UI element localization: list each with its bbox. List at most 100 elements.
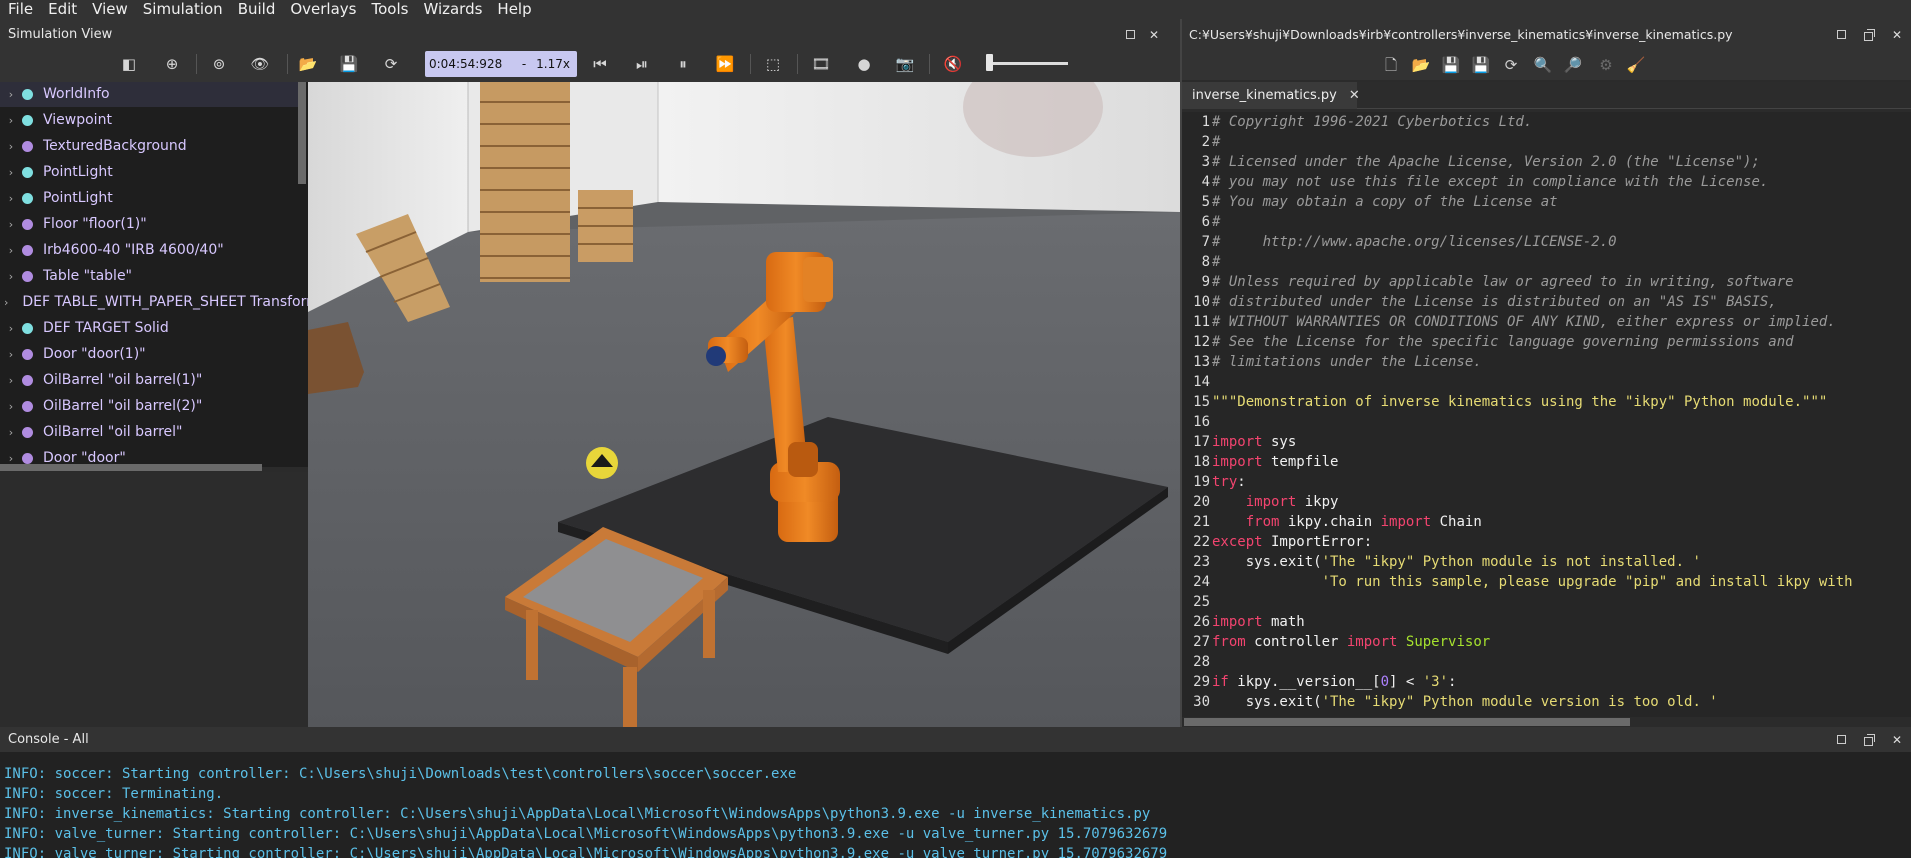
reset-viewpoint-icon[interactable]: ⊚: [208, 53, 230, 75]
line-number: 5: [1201, 194, 1210, 210]
revert-file-icon[interactable]: ⟳: [1500, 54, 1522, 76]
menu-wizards[interactable]: Wizards: [415, 0, 489, 19]
toolbar-separator: [750, 54, 751, 74]
menu-simulation[interactable]: Simulation: [135, 0, 230, 19]
scene-tree-item[interactable]: › WorldInfo: [0, 82, 300, 107]
3d-viewport[interactable]: [308, 82, 1180, 727]
step-icon[interactable]: ⏯: [631, 53, 653, 75]
line-number: 28: [1193, 654, 1210, 670]
toolbar-separator: [929, 54, 930, 74]
scene-tree-item[interactable]: › PointLight: [0, 159, 300, 185]
record-dot-icon[interactable]: ●: [853, 53, 875, 75]
node-type-dot-icon: [22, 270, 33, 282]
scene-tree-item[interactable]: › Table "table": [0, 263, 300, 289]
console-line: INFO: soccer: Terminating.: [4, 786, 224, 802]
new-file-icon[interactable]: 🗋: [1380, 54, 1402, 76]
reset-simulation-icon[interactable]: ⏮: [589, 53, 611, 75]
expand-chevron-icon[interactable]: ›: [0, 140, 18, 153]
scene-tree-item[interactable]: › OilBarrel "oil barrel(2)": [0, 393, 300, 419]
clean-brush-icon[interactable]: 🧹: [1625, 54, 1647, 76]
fast-forward-icon[interactable]: ⏩: [714, 53, 736, 75]
close-icon[interactable]: ✕: [1891, 734, 1903, 746]
simulation-time-display: 0:04:54:928 - 1.17x: [425, 51, 577, 77]
restore-icon[interactable]: [1835, 734, 1847, 746]
scene-tree-item[interactable]: › Irb4600-40 "IRB 4600/40": [0, 237, 300, 263]
expand-chevron-icon[interactable]: ›: [0, 270, 18, 283]
expand-chevron-icon[interactable]: ›: [0, 400, 18, 413]
restore-icon[interactable]: [1835, 29, 1847, 41]
code-token: # you may not use this file except in co…: [1212, 174, 1769, 190]
expand-chevron-icon[interactable]: ›: [0, 296, 8, 309]
expand-chevron-icon[interactable]: ›: [0, 348, 18, 361]
expand-chevron-icon[interactable]: ›: [0, 374, 18, 387]
expand-chevron-icon[interactable]: ›: [0, 244, 18, 257]
expand-chevron-icon[interactable]: ›: [0, 218, 18, 231]
scene-tree-vertical-scrollbar[interactable]: [298, 82, 306, 184]
code-token: sys.exit(: [1212, 554, 1322, 570]
scene-tree-item-label: DEF TARGET Solid: [43, 320, 169, 336]
add-node-icon[interactable]: ⊕: [161, 53, 183, 75]
toggle-scene-tree-icon[interactable]: ◧: [118, 53, 140, 75]
open-world-icon[interactable]: 📂: [297, 53, 319, 75]
save-file-icon[interactable]: 💾: [1440, 54, 1462, 76]
rendering-toggle-icon[interactable]: ⬚: [762, 53, 784, 75]
pause-icon[interactable]: ⏸: [672, 53, 694, 75]
scene-tree-item[interactable]: › DEF TABLE_WITH_PAPER_SHEET Transform: [0, 289, 308, 315]
expand-chevron-icon[interactable]: ›: [0, 166, 18, 179]
scene-tree-item[interactable]: › OilBarrel "oil barrel": [0, 419, 300, 445]
expand-chevron-icon[interactable]: ›: [0, 192, 18, 205]
replace-icon[interactable]: 🔎: [1562, 54, 1584, 76]
build-gear-icon[interactable]: ⚙: [1595, 54, 1617, 76]
close-tab-icon[interactable]: ✕: [1349, 88, 1360, 103]
code-line: 5 # You may obtain a copy of the License …: [1182, 192, 1911, 212]
open-file-icon[interactable]: 📂: [1410, 54, 1432, 76]
undock-icon[interactable]: [1863, 733, 1875, 746]
expand-chevron-icon[interactable]: ›: [0, 114, 18, 127]
code-token: except: [1212, 534, 1263, 550]
screenshot-camera-icon[interactable]: 📷: [894, 53, 916, 75]
scene-tree-item[interactable]: › Viewpoint: [0, 107, 300, 133]
undock-icon[interactable]: [1863, 29, 1875, 41]
node-type-dot-icon: [22, 374, 33, 386]
menu-edit[interactable]: Edit: [40, 0, 84, 19]
volume-slider-handle[interactable]: [986, 54, 993, 71]
find-icon[interactable]: 🔍: [1532, 54, 1554, 76]
volume-slider-track[interactable]: [990, 62, 1068, 65]
eye-icon[interactable]: 👁: [249, 53, 271, 75]
menu-tools[interactable]: Tools: [363, 0, 415, 19]
restore-icon[interactable]: [1124, 29, 1136, 41]
expand-chevron-icon[interactable]: ›: [0, 426, 18, 439]
code-line: 11 # WITHOUT WARRANTIES OR CONDITIONS OF …: [1182, 312, 1911, 332]
console-output[interactable]: INFO: soccer: Starting controller: C:\Us…: [0, 752, 1911, 858]
menu-help[interactable]: Help: [489, 0, 538, 19]
expand-chevron-icon[interactable]: ›: [0, 452, 18, 465]
scene-tree-item[interactable]: › Door "door(1)": [0, 341, 300, 367]
expand-chevron-icon[interactable]: ›: [0, 322, 18, 335]
reload-world-icon[interactable]: ⟳: [380, 53, 402, 75]
code-token: import: [1245, 494, 1297, 510]
scene-tree-item[interactable]: › Floor "floor(1)": [0, 211, 300, 237]
menu-overlays[interactable]: Overlays: [282, 0, 363, 19]
line-number: 13: [1193, 354, 1210, 370]
save-world-icon[interactable]: 💾: [338, 53, 360, 75]
line-number: 6: [1201, 214, 1210, 230]
menu-build[interactable]: Build: [230, 0, 283, 19]
expand-chevron-icon[interactable]: ›: [0, 88, 18, 101]
menu-view[interactable]: View: [84, 0, 135, 19]
editor-tab[interactable]: inverse_kinematics.py ✕: [1182, 82, 1360, 109]
editor-horizontal-scrollbar[interactable]: [1184, 718, 1630, 726]
scene-tree-item[interactable]: › DEF TARGET Solid: [0, 315, 300, 341]
code-line: 9 # Unless required by applicable law or …: [1182, 272, 1911, 292]
save-all-icon[interactable]: 💾: [1470, 54, 1492, 76]
scene-tree-item[interactable]: › PointLight: [0, 185, 300, 211]
scene-tree-item[interactable]: › TexturedBackground: [0, 133, 300, 159]
scene-tree-item-label: PointLight: [43, 190, 113, 206]
scene-tree-item[interactable]: › OilBarrel "oil barrel(1)": [0, 367, 300, 393]
movie-record-icon[interactable]: 🎞: [810, 53, 832, 75]
code-editor[interactable]: 1 # Copyright 1996-2021 Cyberbotics Ltd. 2…: [1182, 112, 1911, 717]
menu-file[interactable]: File: [0, 0, 40, 19]
close-icon[interactable]: ✕: [1891, 29, 1903, 41]
mute-speaker-icon[interactable]: 🔇: [942, 53, 964, 75]
close-icon[interactable]: ✕: [1148, 29, 1160, 41]
scene-tree-horizontal-scrollbar[interactable]: [0, 464, 262, 471]
